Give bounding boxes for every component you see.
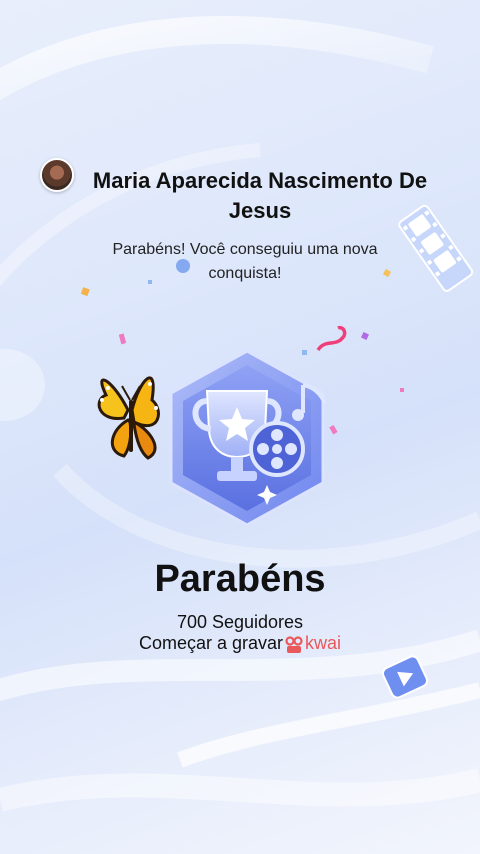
user-avatar[interactable] — [40, 158, 74, 192]
brand-name: kwai — [305, 633, 342, 653]
followers-milestone: 700 Seguidores — [176, 612, 304, 632]
congrats-headline: Parabéns — [154, 558, 326, 600]
play-icon — [381, 655, 429, 699]
trophy-film-badge-icon — [169, 349, 327, 527]
start-recording-row[interactable]: Começar a gravar kwai — [0, 633, 480, 656]
user-name: Maria Aparecida Nascimento De Jesus — [92, 168, 428, 223]
achievement-message: Parabéns! Você conseguiu uma nova conqui… — [112, 241, 378, 282]
start-recording-label: Começar a gravar — [138, 633, 284, 653]
kwai-logo-icon — [285, 635, 303, 656]
